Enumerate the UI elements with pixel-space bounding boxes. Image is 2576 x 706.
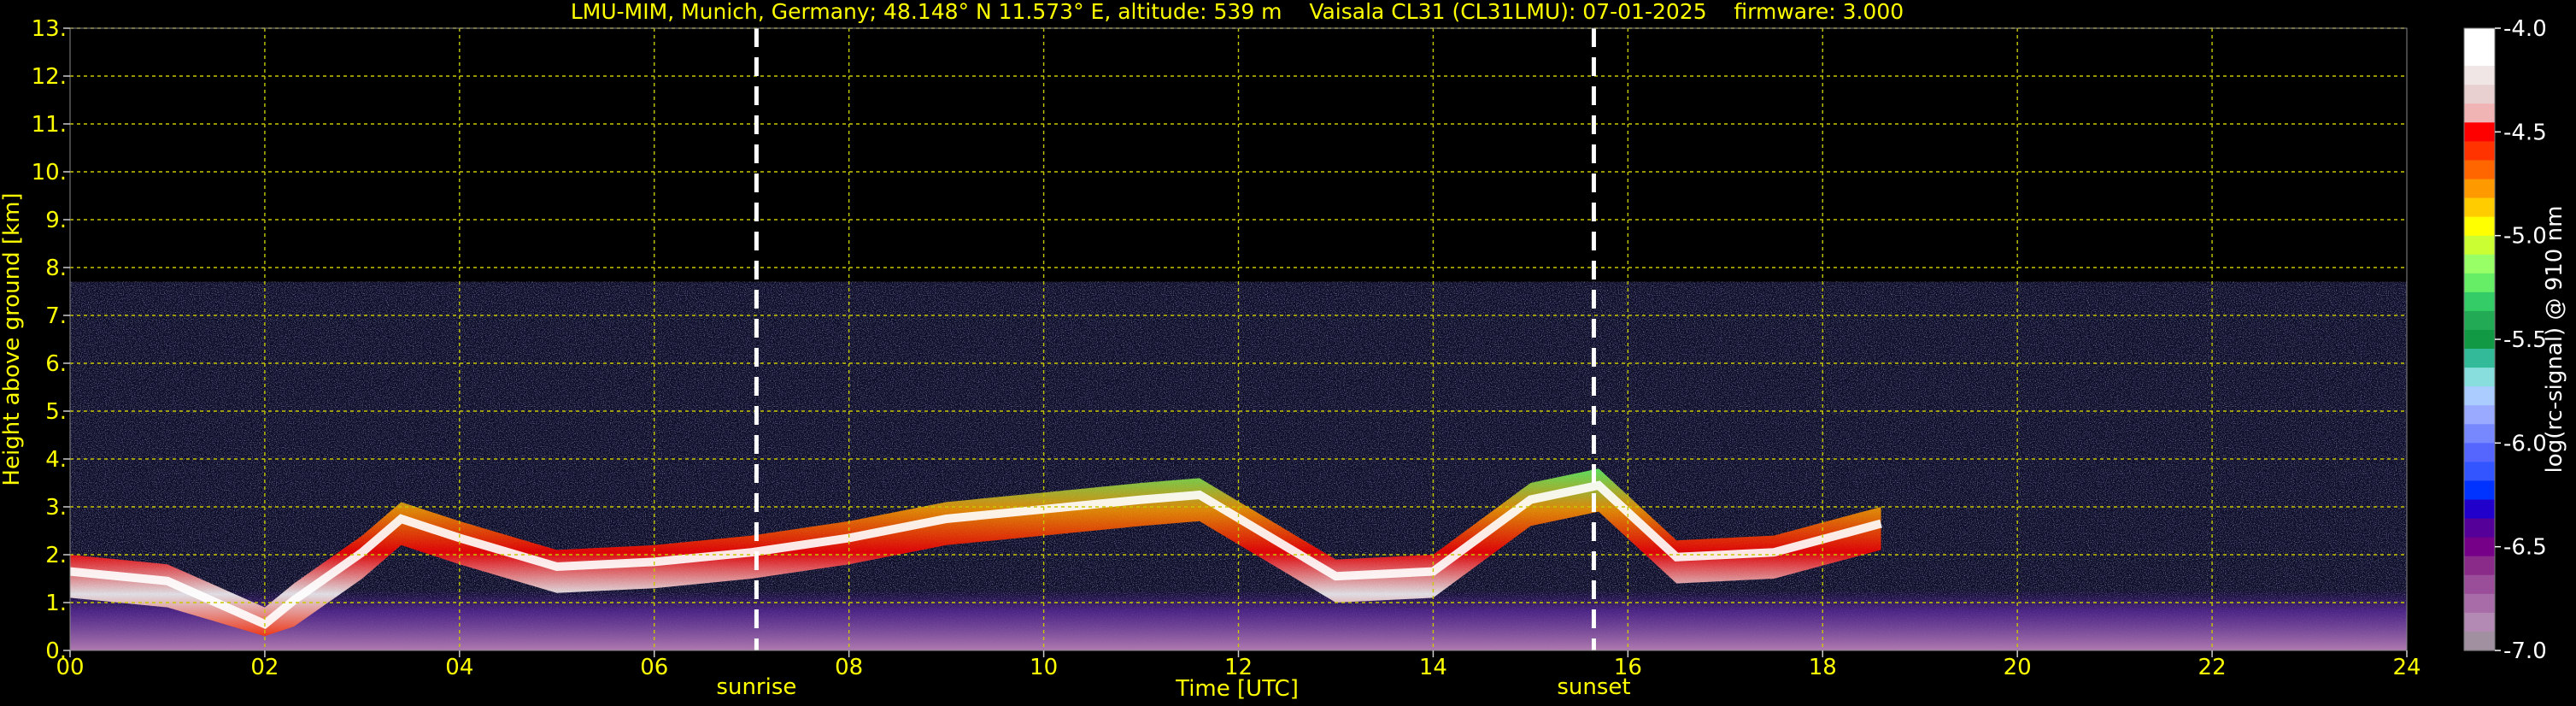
y-axis: 0. 1. 2. 3. 4. 5. 6. 7. 8. 9. 10. 11. 12. 13. xyxy=(32,16,70,664)
y-tick-label: 11. xyxy=(32,112,67,138)
x-tick-label: 22 xyxy=(2198,655,2227,680)
colorbar-segment xyxy=(2464,462,2495,482)
colorbar-tick-label: -7.0 xyxy=(2503,638,2547,664)
colorbar-segment xyxy=(2464,235,2495,256)
x-tick-label: 24 xyxy=(2392,655,2421,680)
y-tick-label: 0. xyxy=(45,638,67,664)
colorbar-segment xyxy=(2464,424,2495,444)
y-tick-label: 3. xyxy=(45,495,67,521)
colorbar-segment xyxy=(2464,160,2495,180)
colorbar-segment xyxy=(2464,368,2495,387)
colorbar-segment xyxy=(2464,216,2495,237)
colorbar-segment xyxy=(2464,66,2495,85)
x-tick-label: 04 xyxy=(445,655,473,680)
colorbar-segment xyxy=(2464,499,2495,520)
colorbar-segment xyxy=(2464,405,2495,425)
colorbar-segment xyxy=(2464,310,2495,331)
colorbar-segment xyxy=(2464,291,2495,312)
colorbar-segment xyxy=(2464,480,2495,501)
x-tick-label: 02 xyxy=(250,655,279,680)
marker-label-sunrise: sunrise xyxy=(716,674,796,700)
x-tick-label: 20 xyxy=(2004,655,2032,680)
colorbar: -4.0 -4.5 -5.0 -5.5 -6.0 -6.5 -7.0 xyxy=(2463,16,2547,664)
ceilometer-chart: sunrise sunset 00 02 04 06 08 10 12 14 16 18 20 22 24… xyxy=(0,0,2567,702)
colorbar-segment xyxy=(2464,254,2495,274)
colorbar-segment xyxy=(2464,631,2495,651)
y-tick-label: 10. xyxy=(32,160,67,185)
colorbar-segment xyxy=(2464,556,2495,576)
colorbar-segment xyxy=(2464,612,2495,632)
colorbar-tick-label: -5.0 xyxy=(2503,224,2547,250)
colorbar-segment xyxy=(2464,329,2495,350)
colorbar-segment xyxy=(2464,141,2495,162)
colorbar-segment xyxy=(2464,349,2495,368)
y-tick-label: 12. xyxy=(32,64,67,90)
colorbar-tick-label: -4.5 xyxy=(2503,120,2547,145)
x-tick-label: 10 xyxy=(1030,655,1058,680)
colorbar-segment xyxy=(2464,537,2495,557)
colorbar-segment xyxy=(2464,273,2495,293)
chart-title: LMU-MIM, Munich, Germany; 48.148° N 11.5… xyxy=(571,0,1904,24)
y-tick-label: 5. xyxy=(45,399,67,425)
y-tick-label: 9. xyxy=(45,208,67,233)
plot-area: sunrise sunset xyxy=(69,27,2408,700)
y-tick-label: 4. xyxy=(45,447,67,473)
x-tick-label: 06 xyxy=(640,655,668,680)
colorbar-segment xyxy=(2464,179,2495,199)
y-tick-label: 8. xyxy=(45,256,67,281)
colorbar-segment xyxy=(2464,197,2495,218)
colorbar-segment xyxy=(2464,85,2495,104)
x-tick-label: 16 xyxy=(1614,655,1642,680)
y-tick-label: 6. xyxy=(45,351,67,377)
x-tick-label: 18 xyxy=(1809,655,1837,680)
colorbar-tick-label: -6.5 xyxy=(2503,535,2547,561)
colorbar-tick-label: -4.0 xyxy=(2503,16,2547,42)
y-tick-label: 13. xyxy=(32,16,67,42)
colorbar-segment xyxy=(2464,122,2495,142)
colorbar-segment xyxy=(2464,574,2495,595)
colorbar-segment xyxy=(2464,593,2495,614)
x-tick-label: 14 xyxy=(1419,655,1447,680)
y-tick-label: 7. xyxy=(45,303,67,329)
y-axis-label: Height above ground [km] xyxy=(0,192,25,485)
colorbar-segment xyxy=(2464,103,2495,123)
colorbar-segment xyxy=(2464,47,2495,67)
x-tick-label: 08 xyxy=(835,655,863,680)
y-tick-label: 1. xyxy=(45,591,67,616)
colorbar-segment xyxy=(2464,28,2495,48)
colorbar-tick-label: -6.0 xyxy=(2503,431,2547,456)
colorbar-label: log(rc-signal) @ 910 nm xyxy=(2542,206,2567,474)
colorbar-segment xyxy=(2464,518,2495,538)
colorbar-tick-label: -5.5 xyxy=(2503,327,2547,353)
y-tick-label: 2. xyxy=(45,543,67,568)
colorbar-segment xyxy=(2464,443,2495,462)
colorbar-segment xyxy=(2464,386,2495,406)
x-axis-label: Time [UTC] xyxy=(1175,676,1299,702)
